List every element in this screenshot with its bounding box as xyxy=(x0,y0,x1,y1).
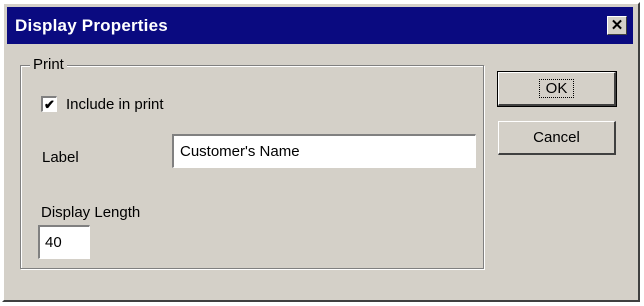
title-bar[interactable]: Display Properties ✕ xyxy=(7,7,633,44)
cancel-button[interactable]: Cancel xyxy=(498,121,616,155)
display-length-label: Display Length xyxy=(41,204,141,221)
close-button[interactable]: ✕ xyxy=(607,16,627,35)
checkmark-icon: ✔ xyxy=(44,97,55,112)
window-title: Display Properties xyxy=(15,16,168,35)
include-in-print-checkbox[interactable]: ✔ xyxy=(41,96,57,112)
close-icon: ✕ xyxy=(610,17,624,34)
label-input[interactable] xyxy=(172,134,476,168)
print-group-title: Print xyxy=(30,56,67,73)
cancel-button-label: Cancel xyxy=(533,129,580,146)
ok-button-label: OK xyxy=(538,79,575,98)
include-in-print-label[interactable]: Include in print xyxy=(66,96,164,113)
ok-button[interactable]: OK xyxy=(497,71,617,107)
display-length-input[interactable] xyxy=(38,225,90,259)
label-field-label: Label xyxy=(42,149,79,166)
